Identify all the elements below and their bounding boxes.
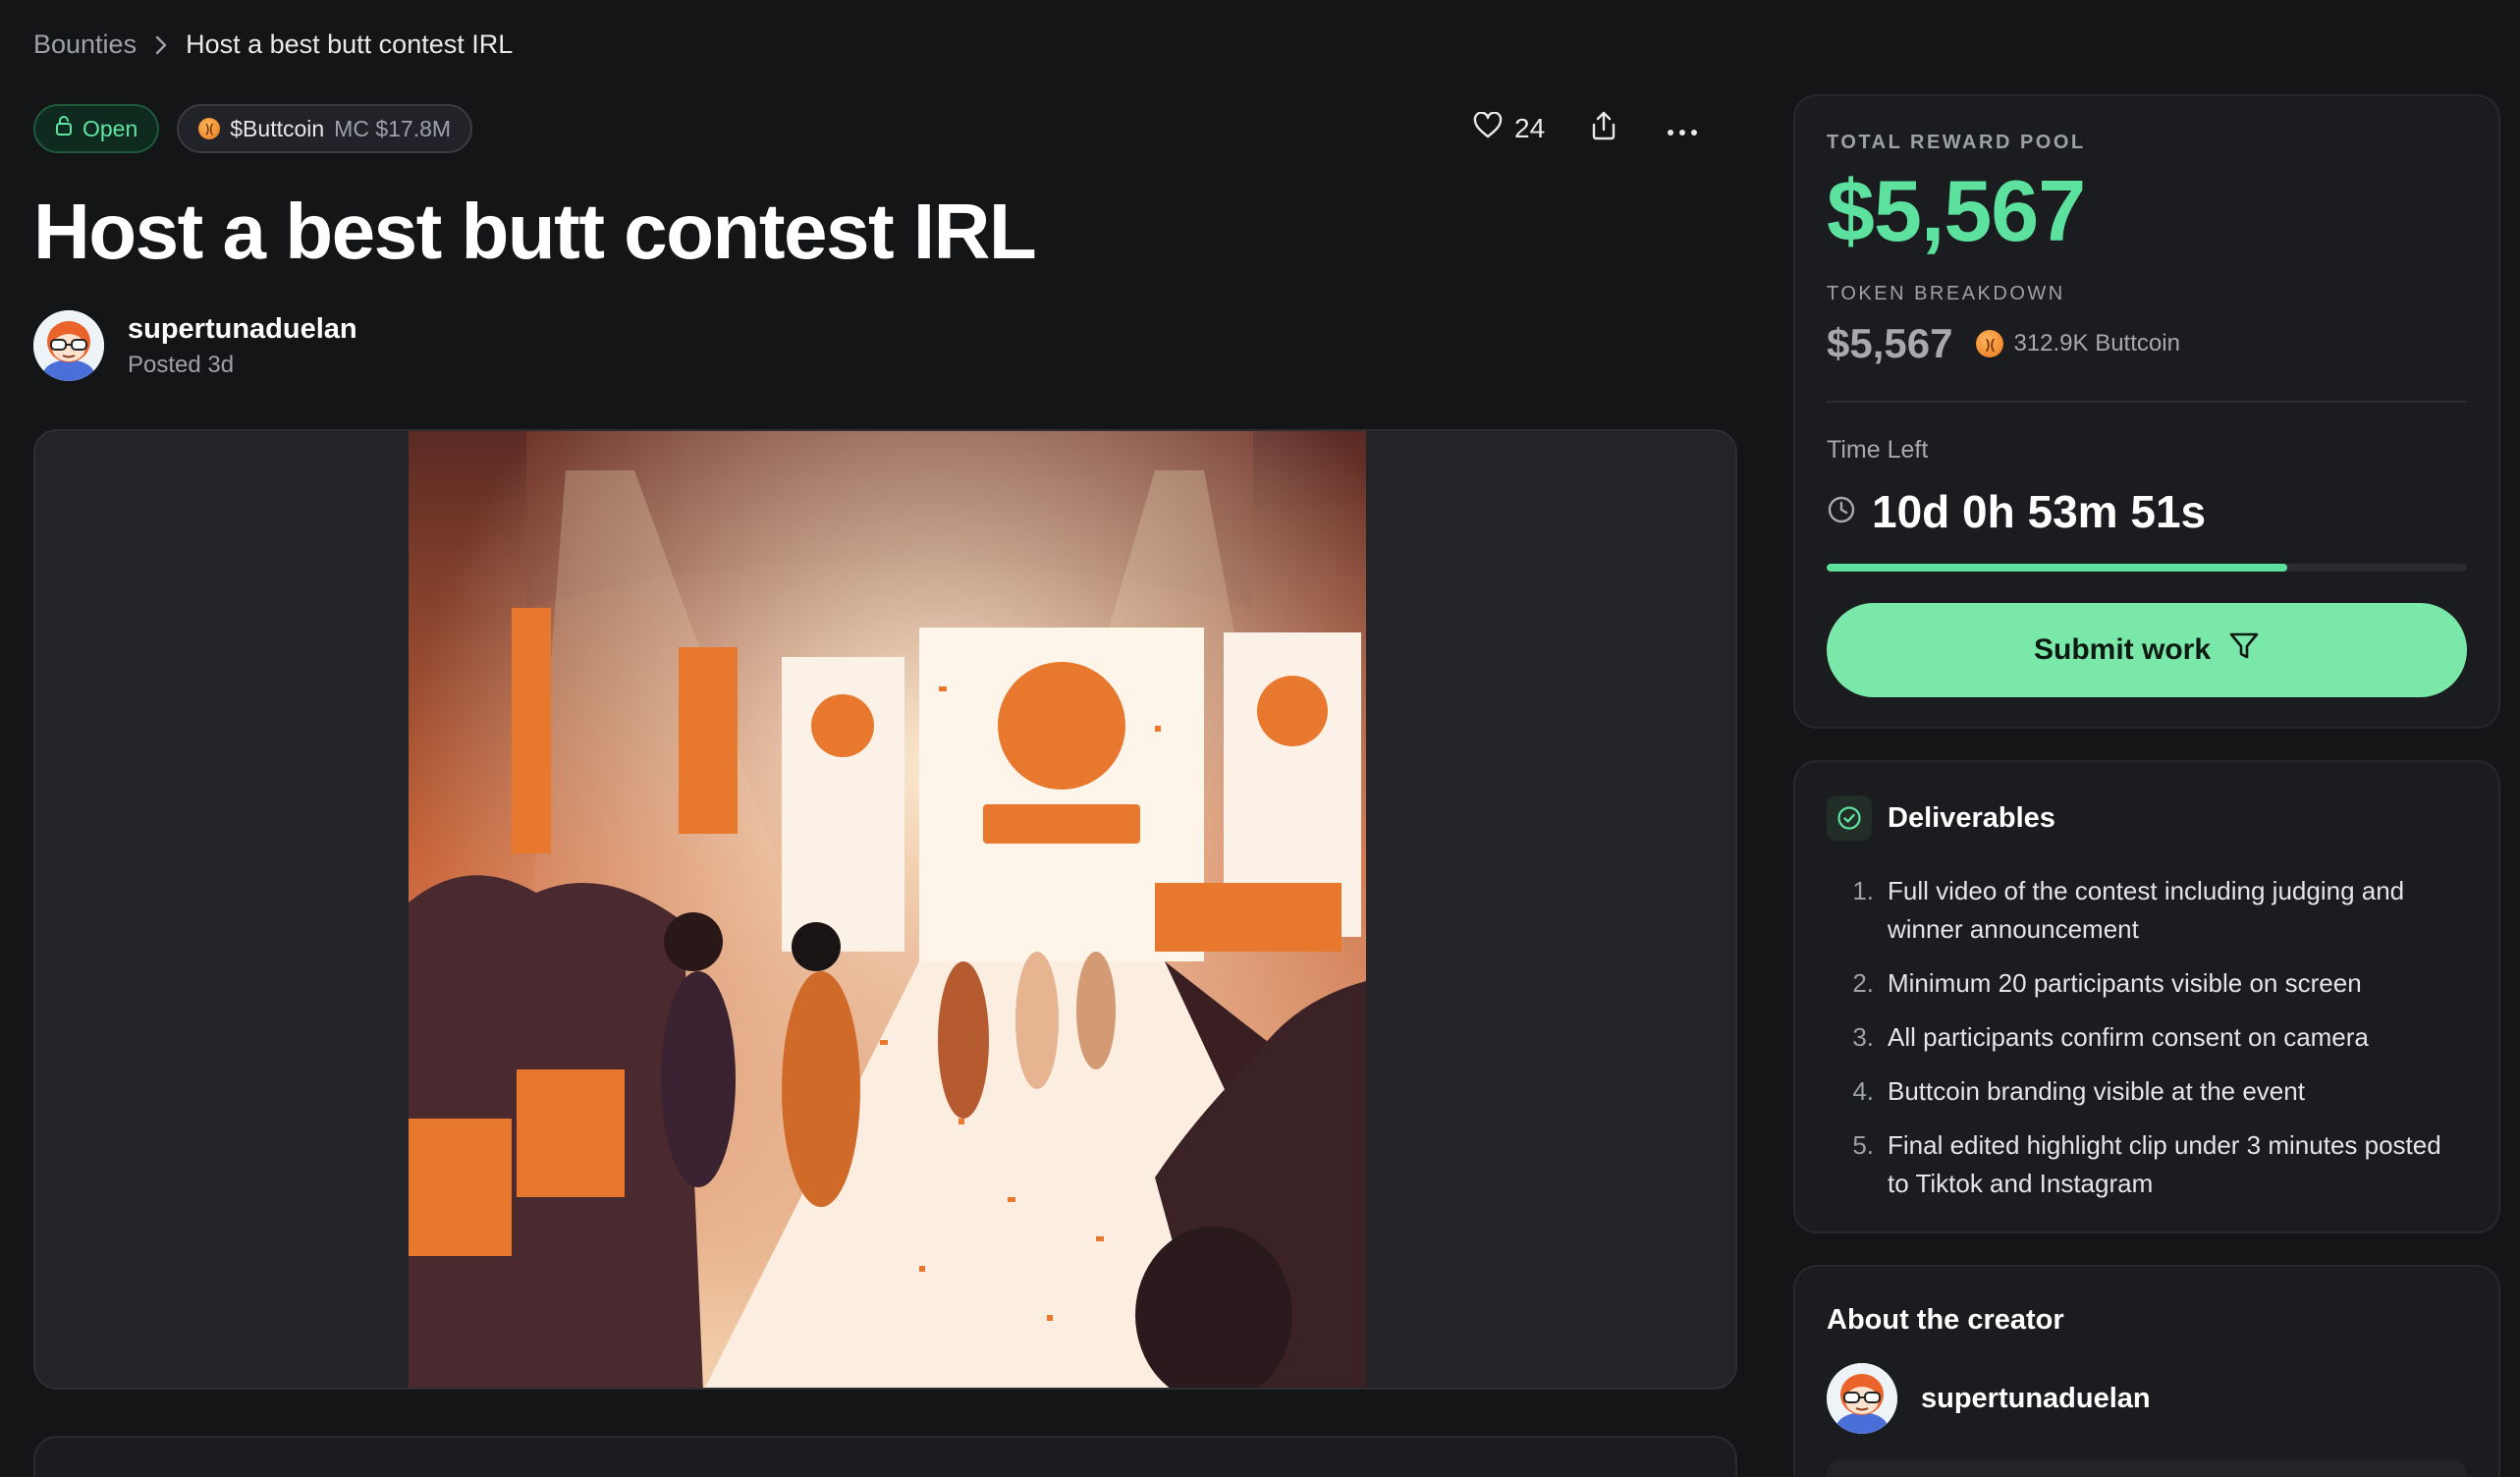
bounty-image[interactable] <box>409 431 1366 1390</box>
time-left-value: 10d 0h 53m 51s <box>1872 486 2207 537</box>
list-item: 4. Buttcoin branding visible at the even… <box>1827 1072 2459 1111</box>
breadcrumb-bounties-link[interactable]: Bounties <box>33 29 137 60</box>
list-item-text: Full video of the contest including judg… <box>1888 876 2405 944</box>
list-item-text: Final edited highlight clip under 3 minu… <box>1888 1130 2441 1198</box>
time-progress-fill <box>1827 564 2288 572</box>
deliverables-list: 1. Full video of the contest including j… <box>1827 872 2459 1219</box>
creator-profile[interactable]: supertunaduelan <box>1827 1363 2151 1434</box>
more-button[interactable] <box>1667 113 1698 144</box>
token-breakdown-usd: $5,567 <box>1827 320 1953 366</box>
token-badge[interactable]: )( $Buttcoin MC $17.8M <box>177 104 473 153</box>
avatar[interactable] <box>33 310 104 381</box>
avatar[interactable] <box>1827 1363 1897 1434</box>
list-item-number: 4. <box>1852 1076 1874 1106</box>
clock-icon <box>1827 495 1856 529</box>
breadcrumb-current: Host a best butt contest IRL <box>186 29 514 59</box>
about-creator-title: About the creator <box>1827 1304 2064 1336</box>
list-item-text: Minimum 20 participants visible on scree… <box>1888 968 2362 998</box>
heart-icon <box>1473 110 1503 146</box>
author-name[interactable]: supertunaduelan <box>128 313 357 346</box>
status-badge-label: Open <box>82 115 138 141</box>
reward-amount: $5,567 <box>1827 162 2086 259</box>
media-card <box>33 429 1737 1390</box>
market-cap: MC $17.8M <box>334 115 452 141</box>
list-item: 2. Minimum 20 participants visible on sc… <box>1827 964 2459 1003</box>
list-item-number: 2. <box>1852 968 1874 998</box>
buttcoin-icon: )( <box>198 118 221 139</box>
list-item-text: Buttcoin branding visible at the event <box>1888 1076 2305 1106</box>
list-item: 1. Full video of the contest including j… <box>1827 872 2459 949</box>
token-symbol: $Buttcoin <box>230 115 325 141</box>
creator-stats-panel <box>1827 1459 2467 1477</box>
buttcoin-icon: )( <box>1976 330 2004 357</box>
filter-icon <box>2228 631 2260 669</box>
deliverables-header: Deliverables <box>1827 795 2055 841</box>
page-title: Host a best butt contest IRL <box>33 188 1037 275</box>
about-creator-card: About the creator supertunaduelan <box>1793 1265 2500 1477</box>
list-item-text: All participants confirm consent on came… <box>1888 1022 2369 1052</box>
chevron-right-icon <box>154 34 168 56</box>
check-circle-icon <box>1827 795 1872 841</box>
list-item-number: 3. <box>1852 1022 1874 1052</box>
list-item-number: 1. <box>1852 876 1874 905</box>
breadcrumb: Bounties Host a best butt contest IRL <box>33 29 513 60</box>
share-button[interactable] <box>1590 110 1617 148</box>
like-button[interactable]: 24 <box>1473 110 1546 146</box>
more-icon <box>1667 113 1698 144</box>
token-breakdown-token: 312.9K Buttcoin <box>2013 330 2180 356</box>
list-item: 5. Final edited highlight clip under 3 m… <box>1827 1126 2459 1203</box>
posted-time: Posted 3d <box>128 351 235 378</box>
submit-work-button[interactable]: Submit work <box>1827 603 2467 697</box>
token-breakdown-amount: )( 312.9K Buttcoin <box>1976 330 2180 357</box>
description-card <box>33 1436 1737 1477</box>
divider <box>1827 401 2467 403</box>
time-left: 10d 0h 53m 51s <box>1827 485 2206 538</box>
action-bar: 24 <box>1473 106 1698 151</box>
list-item-number: 5. <box>1852 1130 1874 1160</box>
deliverables-card: Deliverables 1. Full video of the contes… <box>1793 760 2500 1233</box>
submit-work-label: Submit work <box>2033 633 2211 666</box>
like-count: 24 <box>1514 113 1546 143</box>
time-left-label: Time Left <box>1827 436 1929 464</box>
badge-row: Open )( $Buttcoin MC $17.8M <box>33 104 473 153</box>
status-badge: Open <box>33 104 160 153</box>
share-icon <box>1590 110 1617 148</box>
token-breakdown: $5,567 )( 312.9K Buttcoin <box>1827 320 2180 367</box>
token-breakdown-label: TOKEN BREAKDOWN <box>1827 283 2065 304</box>
deliverables-title: Deliverables <box>1888 801 2055 834</box>
reward-card: TOTAL REWARD POOL $5,567 TOKEN BREAKDOWN… <box>1793 94 2500 729</box>
creator-name[interactable]: supertunaduelan <box>1921 1383 2151 1415</box>
author-row[interactable]: supertunaduelan Posted 3d <box>33 310 357 381</box>
list-item: 3. All participants confirm consent on c… <box>1827 1018 2459 1057</box>
reward-label: TOTAL REWARD POOL <box>1827 132 2086 153</box>
time-progress-bar <box>1827 564 2467 572</box>
lock-open-icon <box>55 115 73 142</box>
